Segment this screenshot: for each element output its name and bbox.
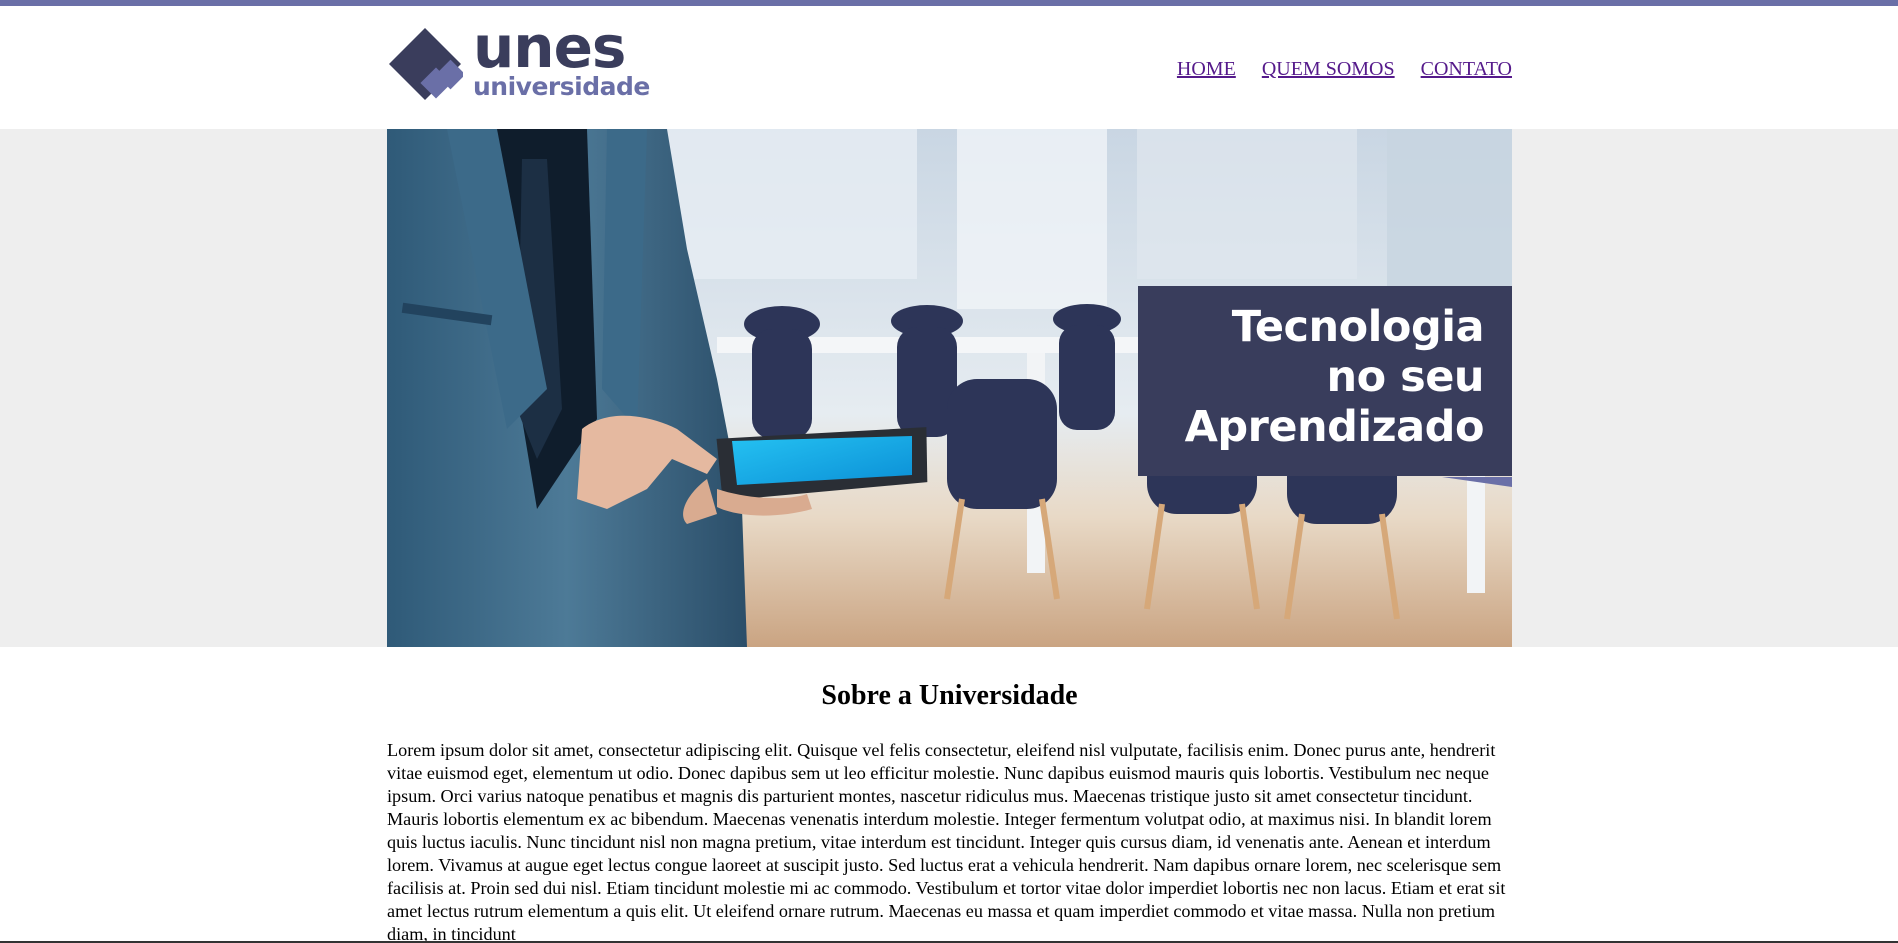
logo-diamond-icon [389, 28, 463, 100]
about-title: Sobre a Universidade [821, 680, 1078, 711]
hero-accent-triangle [1442, 477, 1512, 487]
hero-headline-box: Tecnologia no seu Aprendizado [1138, 286, 1512, 476]
nav-link-home[interactable]: HOME [1177, 58, 1236, 81]
hero-headline: Tecnologia no seu Aprendizado [1184, 302, 1485, 452]
main-nav: HOME QUEM SOMOS CONTATO [1177, 58, 1512, 81]
logo-wordmark: unes [473, 13, 626, 81]
hero-headline-line: Aprendizado [1184, 402, 1485, 452]
logo-subtitle: universidade [473, 72, 650, 101]
unes-logo[interactable]: unes universidade [387, 18, 657, 106]
site-header [0, 6, 1898, 129]
about-body-text: Lorem ipsum dolor sit amet, consectetur … [387, 740, 1506, 943]
nav-link-contato[interactable]: CONTATO [1421, 58, 1512, 81]
hero-headline-line: Tecnologia [1231, 302, 1485, 352]
hero-headline-line: no seu [1326, 352, 1485, 402]
nav-link-quem-somos[interactable]: QUEM SOMOS [1262, 58, 1395, 81]
hero-banner: Tecnologia no seu Aprendizado [387, 129, 1512, 647]
